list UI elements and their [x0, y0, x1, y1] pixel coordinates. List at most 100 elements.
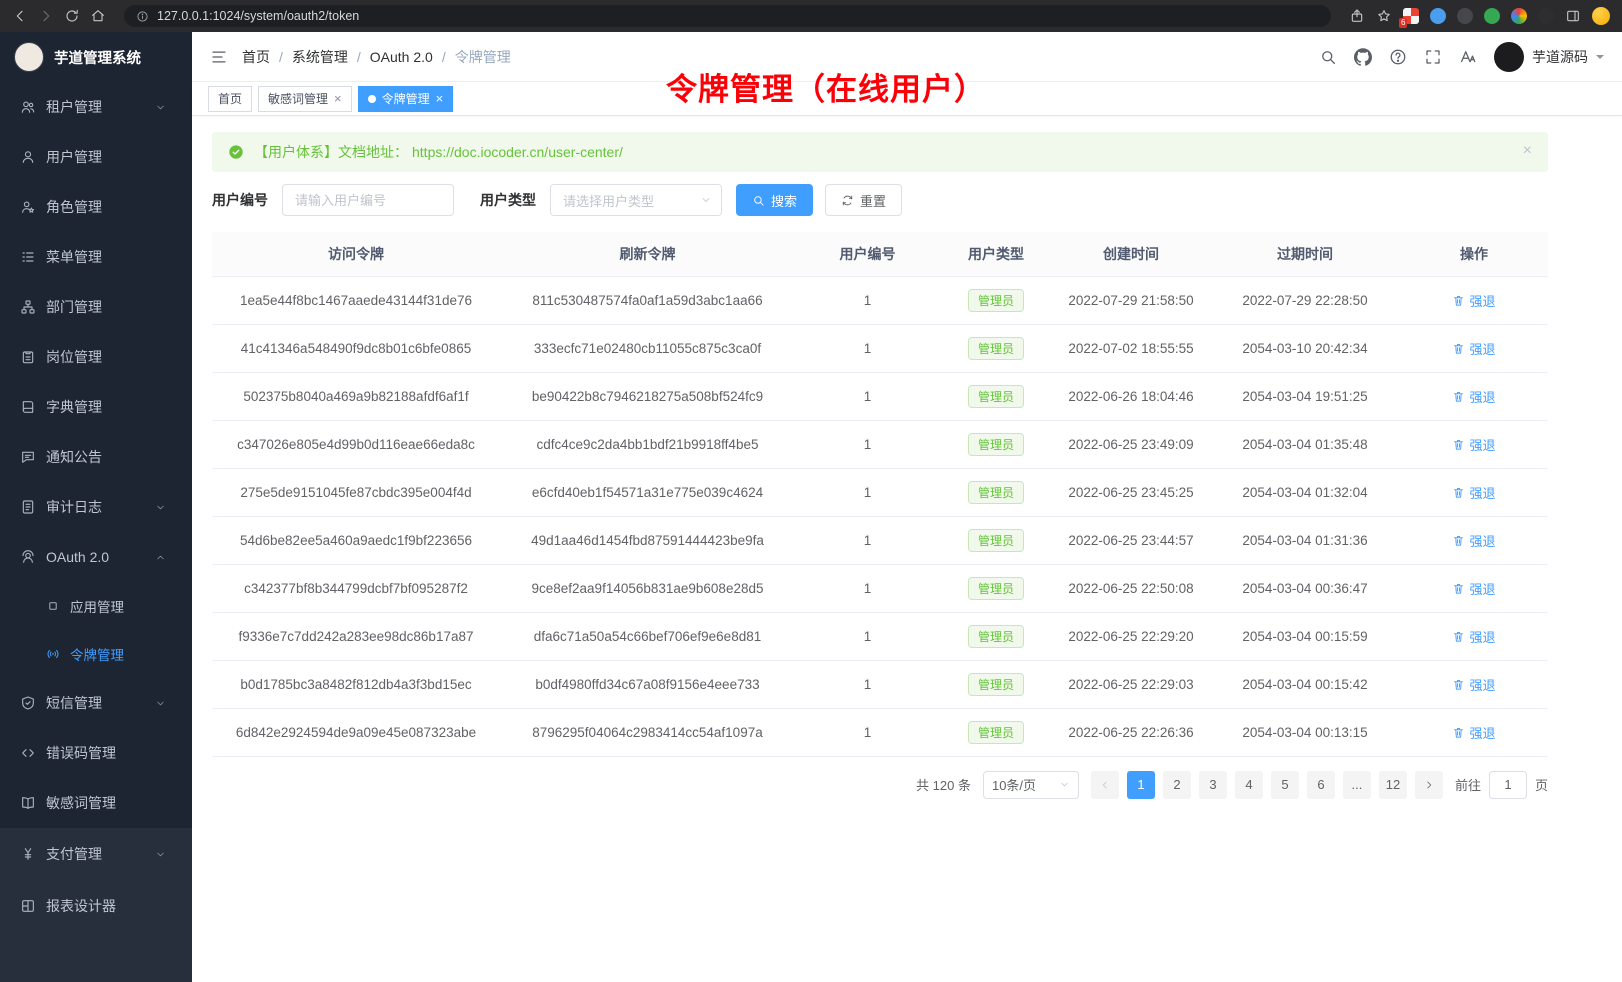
trash-icon — [1452, 582, 1465, 595]
sidebar-item-label: 菜单管理 — [46, 247, 102, 267]
breadcrumb-item[interactable]: 系统管理 — [292, 47, 348, 67]
extension-icon-pinwheel[interactable] — [1511, 8, 1527, 24]
alert-close-icon[interactable]: × — [1523, 143, 1532, 159]
page-size-select[interactable]: 10条/页 — [983, 771, 1079, 799]
browser-home-icon[interactable] — [90, 8, 106, 24]
pagination-page[interactable]: 2 — [1163, 771, 1191, 799]
force-logout-label: 强退 — [1469, 291, 1495, 310]
tab-close-icon[interactable]: × — [334, 92, 342, 105]
sidebar-item-notice[interactable]: 通知公告 — [0, 432, 192, 482]
search-button[interactable]: 搜索 — [736, 184, 813, 216]
search-icon[interactable] — [1319, 48, 1337, 66]
breadcrumb-item[interactable]: 首页 — [242, 47, 270, 67]
share-icon[interactable] — [1349, 8, 1365, 24]
site-info-icon[interactable] — [136, 10, 149, 23]
force-logout-button[interactable]: 强退 — [1452, 579, 1495, 598]
reset-button[interactable]: 重置 — [825, 184, 902, 216]
fullscreen-icon[interactable] — [1424, 48, 1442, 66]
next-page-button[interactable] — [1415, 771, 1443, 799]
breadcrumb-item[interactable]: OAuth 2.0 — [370, 49, 433, 65]
bookmark-star-icon[interactable] — [1376, 8, 1392, 24]
force-logout-button[interactable]: 强退 — [1452, 531, 1495, 550]
sidebar-item-post[interactable]: 岗位管理 — [0, 332, 192, 382]
prev-page-button[interactable] — [1091, 771, 1119, 799]
extension-icon-grid[interactable]: 6 — [1403, 8, 1419, 24]
sidebar-item-audit-log[interactable]: 审计日志 — [0, 482, 192, 532]
browser-reload-icon[interactable] — [64, 8, 80, 24]
trash-icon — [1452, 438, 1465, 451]
expires-at-cell: 2054-03-04 00:13:15 — [1210, 708, 1400, 756]
pagination-page[interactable]: 6 — [1307, 771, 1335, 799]
chevron-down-icon — [1059, 779, 1070, 790]
sidebar-item-error-code[interactable]: 错误码管理 — [0, 728, 192, 778]
sidebar-item-role[interactable]: 角色管理 — [0, 182, 192, 232]
user-id-input[interactable] — [282, 184, 454, 216]
extension-icon-blue[interactable] — [1430, 8, 1446, 24]
github-icon[interactable] — [1354, 48, 1372, 66]
extension-icon-dark[interactable] — [1457, 8, 1473, 24]
chevron-down-icon — [155, 502, 166, 513]
doc-link[interactable]: https://doc.iocoder.cn/user-center/ — [412, 144, 623, 160]
sidebar-item-label: 岗位管理 — [46, 347, 102, 367]
pagination-page[interactable]: 12 — [1379, 771, 1407, 799]
sidebar-item-dict[interactable]: 字典管理 — [0, 382, 192, 432]
browser-forward-icon[interactable] — [38, 8, 54, 24]
pagination-page[interactable]: 5 — [1271, 771, 1299, 799]
user-type-cell: 管理员 — [940, 372, 1052, 420]
url-text: 127.0.0.1:1024/system/oauth2/token — [157, 9, 359, 23]
tab-close-icon[interactable]: × — [436, 92, 444, 105]
pagination-goto: 前往 页 — [1455, 771, 1548, 799]
sidebar-item-tenant[interactable]: 租户管理 — [0, 82, 192, 132]
sidebar-item-sensitive-word[interactable]: 敏感词管理 — [0, 778, 192, 828]
force-logout-button[interactable]: 强退 — [1452, 387, 1495, 406]
tab-sensitive-word[interactable]: 敏感词管理× — [258, 86, 352, 112]
sidebar-item-user[interactable]: 用户管理 — [0, 132, 192, 182]
force-logout-button[interactable]: 强退 — [1452, 723, 1495, 742]
tab-home[interactable]: 首页 — [208, 86, 252, 112]
sidebar-item-oauth2-app[interactable]: 应用管理 — [0, 582, 192, 630]
access-token-text: 41c41346a548490f9dc8b01c6bfe0865 — [241, 341, 471, 356]
force-logout-label: 强退 — [1469, 387, 1495, 406]
force-logout-button[interactable]: 强退 — [1452, 291, 1495, 310]
access-token-cell: b0d1785bc3a8482f812db4a3f3bd15ec — [212, 660, 500, 708]
sidebar-item-label: 通知公告 — [46, 447, 102, 467]
force-logout-button[interactable]: 强退 — [1452, 675, 1495, 694]
pagination-page[interactable]: 1 — [1127, 771, 1155, 799]
pagination-page[interactable]: 3 — [1199, 771, 1227, 799]
breadcrumb-current: 令牌管理 — [455, 47, 511, 67]
force-logout-button[interactable]: 强退 — [1452, 435, 1495, 454]
extension-icon-paw[interactable] — [1538, 8, 1554, 24]
sidebar-item-label: 报表设计器 — [46, 896, 116, 916]
user-id-cell: 1 — [795, 660, 940, 708]
access-token-cell: 41c41346a548490f9dc8b01c6bfe0865 — [212, 324, 500, 372]
browser-back-icon[interactable] — [12, 8, 28, 24]
tab-token-management[interactable]: 令牌管理× — [358, 86, 454, 112]
font-size-icon[interactable] — [1459, 48, 1477, 66]
created-at-text: 2022-07-02 18:55:55 — [1068, 341, 1193, 356]
sidebar-item-dept[interactable]: 部门管理 — [0, 282, 192, 332]
trash-icon — [1452, 726, 1465, 739]
pagination-page[interactable]: 4 — [1235, 771, 1263, 799]
browser-profile-avatar[interactable] — [1592, 7, 1610, 25]
sidebar-item-sms[interactable]: 短信管理 — [0, 678, 192, 728]
help-icon[interactable] — [1389, 48, 1407, 66]
extension-icon-green[interactable] — [1484, 8, 1500, 24]
user-menu[interactable]: 芋道源码 — [1494, 42, 1604, 72]
user-type-select[interactable]: 请选择用户类型 — [550, 184, 722, 216]
refresh-token-text: 9ce8ef2aa9f14056b831ae9b608e28d5 — [532, 581, 764, 596]
sidebar-item-report-designer[interactable]: 报表设计器 — [0, 880, 192, 932]
force-logout-button[interactable]: 强退 — [1452, 627, 1495, 646]
side-panel-icon[interactable] — [1565, 8, 1581, 24]
app-title: 芋道管理系统 — [54, 47, 141, 68]
sidebar-item-oauth2[interactable]: OAuth 2.0 — [0, 532, 192, 582]
user-type-cell: 管理员 — [940, 420, 1052, 468]
goto-page-input[interactable] — [1489, 771, 1527, 799]
force-logout-button[interactable]: 强退 — [1452, 339, 1495, 358]
force-logout-button[interactable]: 强退 — [1452, 483, 1495, 502]
sidebar-fold-icon[interactable] — [210, 48, 228, 66]
sidebar-item-menu[interactable]: 菜单管理 — [0, 232, 192, 282]
address-bar[interactable]: 127.0.0.1:1024/system/oauth2/token — [124, 5, 1331, 27]
sidebar-item-oauth2-token[interactable]: 令牌管理 — [0, 630, 192, 678]
pagination-more[interactable]: ... — [1343, 771, 1371, 799]
sidebar-item-pay[interactable]: 支付管理 — [0, 828, 192, 880]
